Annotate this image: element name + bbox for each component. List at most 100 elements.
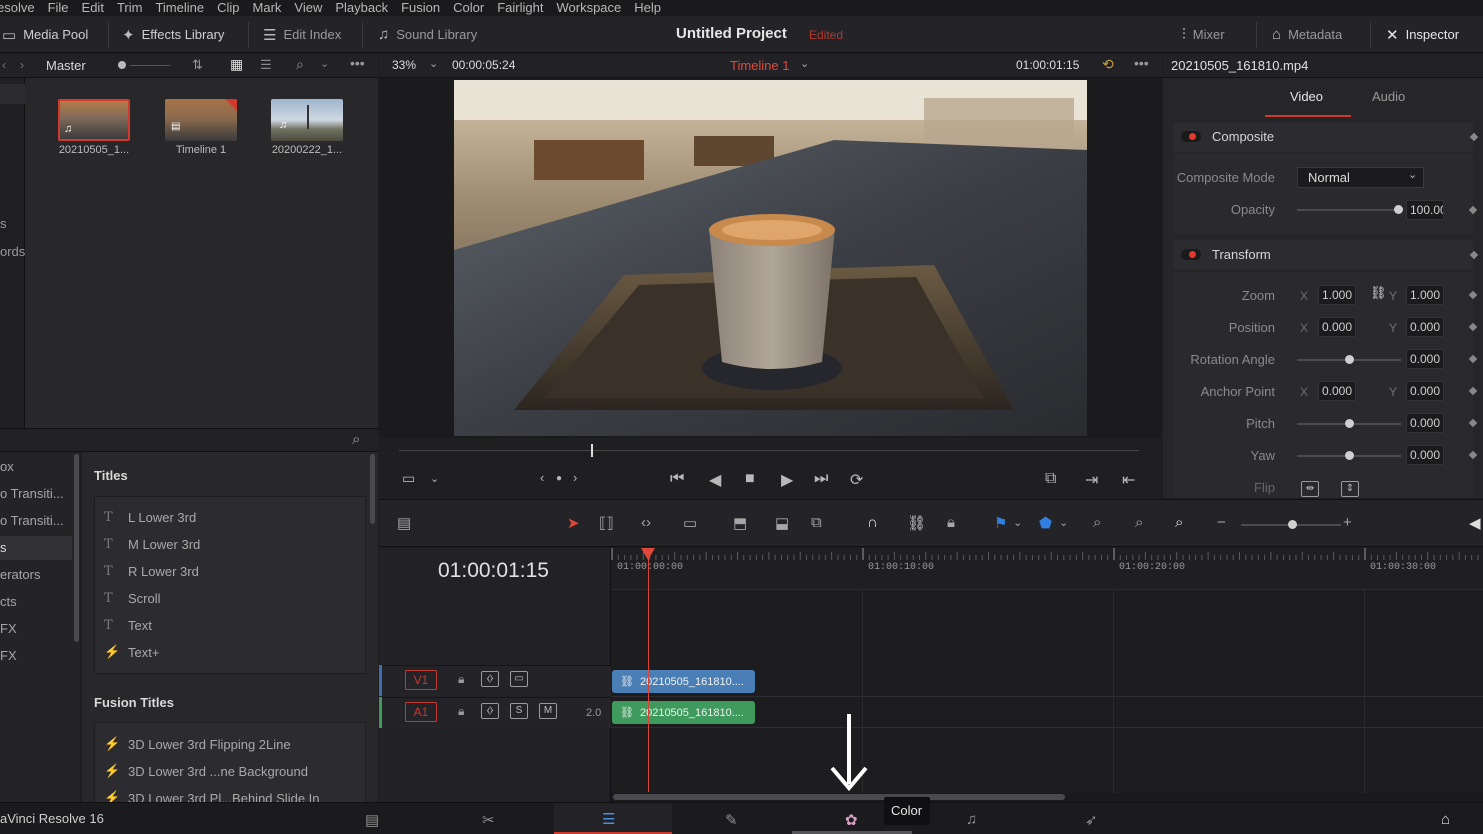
linked-selection-icon[interactable]: ⛓ <box>907 514 926 532</box>
effects-category-item[interactable]: s <box>0 540 7 555</box>
more-options-icon[interactable]: ••• <box>350 55 365 71</box>
effect-item-m-lower-3rd[interactable]: T M Lower 3rd <box>104 537 200 552</box>
effects-category-item[interactable]: ox <box>0 459 14 474</box>
opacity-slider[interactable] <box>1297 209 1397 211</box>
lock-track-icon[interactable]: 🔒︎ <box>458 672 464 687</box>
effect-item-r-lower-3rd[interactable]: T R Lower 3rd <box>104 564 199 579</box>
menu-fairlight[interactable]: Fairlight <box>497 0 543 16</box>
position-x-value[interactable]: 0.000 <box>1318 317 1356 337</box>
video-clip[interactable]: ⛓ 20210505_161810.... <box>612 670 755 693</box>
detail-zoom-icon[interactable]: ⌕ <box>1135 514 1143 531</box>
search-icon[interactable]: ⌕ <box>352 431 360 448</box>
effects-category-item[interactable]: FX <box>0 621 17 636</box>
back-arrow-icon[interactable]: ‹ <box>2 58 6 72</box>
menu-workspace[interactable]: Workspace <box>556 0 621 16</box>
effects-category-selected[interactable] <box>0 536 72 560</box>
effects-category-item[interactable]: FX <box>0 648 17 663</box>
effect-item-fusion-title[interactable]: ⚡ 3D Lower 3rd Flipping 2Line <box>104 737 291 752</box>
playhead-line[interactable] <box>648 558 649 792</box>
chevron-down-icon[interactable]: ⌄ <box>429 57 438 70</box>
effects-category-item[interactable]: o Transiti... <box>0 486 64 501</box>
loop-icon[interactable]: ⟳ <box>850 470 863 490</box>
mixer-button[interactable]: ⫶ Mixer <box>1182 16 1225 53</box>
overwrite-clip-icon[interactable]: ⬓ <box>775 514 789 532</box>
track-visibility-icon[interactable]: ▭ <box>510 671 528 687</box>
insert-clip-icon[interactable]: ⬒ <box>733 514 747 532</box>
media-page-icon[interactable]: ▤ <box>365 811 379 829</box>
list-view-icon[interactable]: ☰ <box>260 57 272 73</box>
dynamic-trim-icon[interactable]: ‹› <box>641 514 651 531</box>
chevron-down-icon[interactable]: ⌄ <box>1059 516 1068 529</box>
home-icon[interactable]: ⌂ <box>1441 811 1450 828</box>
yaw-slider-knob[interactable] <box>1345 451 1354 460</box>
viewer-scrubber[interactable] <box>379 438 1162 462</box>
menu-timeline[interactable]: Timeline <box>155 0 204 16</box>
full-extent-zoom-icon[interactable]: ⌕ <box>1093 514 1101 531</box>
flag-icon[interactable]: ⚑ <box>994 514 1007 532</box>
bin-list-item[interactable]: s <box>0 216 7 231</box>
grid-view-icon[interactable]: ▦ <box>230 56 243 73</box>
timeline-zoom-knob[interactable] <box>1288 520 1297 529</box>
fairlight-page-icon[interactable]: ♫ <box>966 811 977 828</box>
chevron-down-icon[interactable]: ⌄ <box>1013 516 1022 529</box>
auto-select-icon[interactable]: ⧼⧽ <box>481 671 499 687</box>
effects-library-button[interactable]: ✦ Effects Library <box>122 16 224 53</box>
effects-scrollbar[interactable] <box>370 454 375 524</box>
position-y-value[interactable]: 0.000 <box>1406 317 1444 337</box>
position-lock-icon[interactable]: 🔒︎ <box>947 514 955 531</box>
menu-edit[interactable]: Edit <box>82 0 104 16</box>
zoom-y-value[interactable]: 1.000 <box>1406 285 1444 305</box>
transform-toggle[interactable] <box>1181 249 1201 260</box>
jog-prev-icon[interactable]: ‹ <box>540 470 544 485</box>
menu-help[interactable]: Help <box>634 0 661 16</box>
selection-tool-icon[interactable]: ➤ <box>567 514 580 532</box>
menu-trim[interactable]: Trim <box>117 0 143 16</box>
zoom-level[interactable]: 33% <box>392 58 416 72</box>
inspector-button[interactable]: ✕ Inspector <box>1386 16 1459 53</box>
mark-in-icon[interactable]: ⇥ <box>1085 470 1098 490</box>
media-clip-thumbnail[interactable]: ♫ <box>271 99 343 141</box>
yaw-value[interactable]: 0.000 <box>1406 445 1444 465</box>
anchor-y-value[interactable]: 0.000 <box>1406 381 1444 401</box>
stop-icon[interactable]: ■ <box>745 470 755 488</box>
opacity-slider-knob[interactable] <box>1394 205 1403 214</box>
timeline-thumbnail[interactable]: ▤ <box>165 99 237 141</box>
more-options-icon[interactable]: ••• <box>1134 55 1149 71</box>
timeline-selector[interactable]: Timeline 1 <box>730 58 789 73</box>
auto-select-icon[interactable]: ⧼⧽ <box>481 703 499 719</box>
effect-item-text-plus[interactable]: ⚡ Text+ <box>104 645 159 660</box>
match-frame-icon[interactable]: ⧉ <box>1045 470 1056 488</box>
sound-library-button[interactable]: ♫ Sound Library <box>378 16 477 53</box>
thumb-size-knob[interactable] <box>118 61 126 69</box>
effect-item-scroll[interactable]: T Scroll <box>104 591 161 606</box>
opacity-value[interactable]: 100.00 <box>1406 200 1444 220</box>
rotation-slider-knob[interactable] <box>1345 355 1354 364</box>
rotation-value[interactable]: 0.000 <box>1406 349 1444 369</box>
effect-item-fusion-title[interactable]: ⚡ 3D Lower 3rd ...ne Background <box>104 764 308 779</box>
anchor-x-value[interactable]: 0.000 <box>1318 381 1356 401</box>
media-pool-button[interactable]: ▭ Media Pool <box>2 16 88 53</box>
fusion-page-icon[interactable]: ✎ <box>725 811 738 829</box>
pitch-slider-knob[interactable] <box>1345 419 1354 428</box>
play-reverse-icon[interactable]: ◀ <box>709 470 721 490</box>
viewer-mode-icon[interactable]: ▭ <box>402 470 415 487</box>
replace-clip-icon[interactable]: ⧉ <box>811 514 822 531</box>
chevron-down-icon[interactable]: ⌄ <box>430 472 439 485</box>
link-icon[interactable]: ⛓ <box>1370 285 1387 301</box>
zoom-out-icon[interactable]: − <box>1217 514 1226 531</box>
menu-playback[interactable]: Playback <box>335 0 388 16</box>
play-icon[interactable]: ▶ <box>781 470 793 490</box>
bin-list-item-selected[interactable] <box>0 84 25 104</box>
keyframe-diamond-icon[interactable] <box>1469 132 1479 142</box>
effects-category-item[interactable]: o Transiti... <box>0 513 64 528</box>
scrub-playhead[interactable] <box>591 444 593 457</box>
volume-icon[interactable]: ◀ <box>1469 514 1481 532</box>
menu-view[interactable]: View <box>294 0 322 16</box>
menu-fusion[interactable]: Fusion <box>401 0 440 16</box>
go-to-start-icon[interactable]: ⏮ <box>670 470 684 488</box>
custom-zoom-icon[interactable]: ⌕ <box>1175 514 1183 531</box>
chevron-down-icon[interactable]: ⌄ <box>320 57 329 70</box>
effects-category-item[interactable]: erators <box>0 567 40 582</box>
sync-icon[interactable]: ⟲ <box>1102 56 1114 73</box>
bin-list-item[interactable]: ords <box>0 244 25 259</box>
